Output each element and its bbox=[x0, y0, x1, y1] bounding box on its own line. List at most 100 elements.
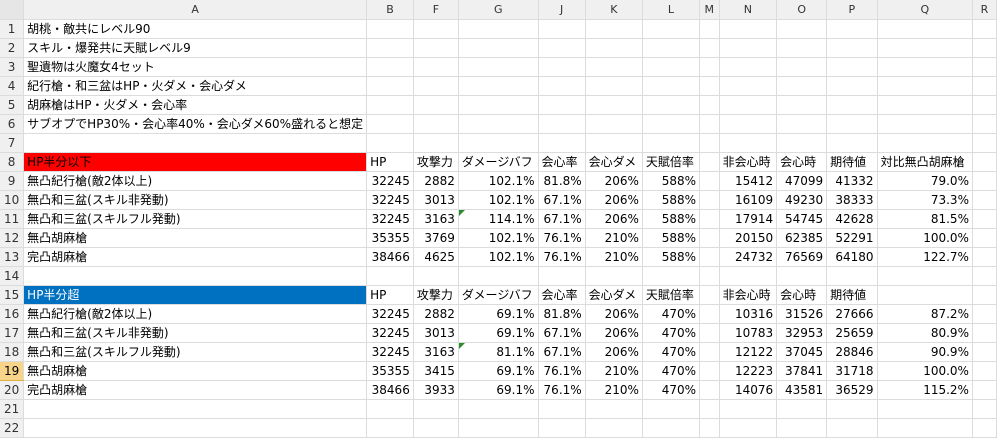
note-cell[interactable]: サブオプでHP30%・会心率40%・会心ダメ60%盛れると想定 bbox=[23, 114, 368, 134]
data-cell-with-indicator[interactable]: 114.1% bbox=[458, 209, 539, 229]
data-cell[interactable]: 3163 bbox=[413, 209, 459, 229]
header-cell[interactable]: 天賦倍率 bbox=[642, 285, 701, 305]
cell[interactable] bbox=[719, 95, 778, 115]
row-header[interactable]: 21 bbox=[0, 399, 25, 419]
data-cell[interactable]: 67.1% bbox=[538, 323, 586, 343]
note-cell[interactable]: 紀行槍・和三盆はHP・火ダメ・会心ダメ bbox=[23, 76, 368, 96]
cell[interactable] bbox=[413, 19, 459, 39]
data-cell[interactable]: 79.0% bbox=[877, 171, 973, 191]
data-cell[interactable]: 588% bbox=[642, 228, 701, 248]
row-header[interactable]: 1 bbox=[0, 19, 25, 39]
header-cell[interactable] bbox=[877, 285, 973, 305]
data-cell[interactable]: 62385 bbox=[776, 228, 828, 248]
cell[interactable] bbox=[585, 266, 643, 286]
data-cell[interactable]: 73.3% bbox=[877, 190, 973, 210]
data-cell[interactable]: 69.1% bbox=[458, 380, 539, 400]
cell[interactable] bbox=[23, 418, 368, 438]
cell[interactable] bbox=[538, 133, 586, 153]
cell[interactable] bbox=[366, 95, 414, 115]
data-cell[interactable]: 87.2% bbox=[877, 304, 973, 324]
cell[interactable] bbox=[642, 266, 701, 286]
data-cell[interactable]: 470% bbox=[642, 323, 701, 343]
data-cell[interactable]: 41332 bbox=[826, 171, 878, 191]
header-cell[interactable]: 期待値 bbox=[826, 285, 878, 305]
cell[interactable] bbox=[366, 133, 414, 153]
cell[interactable] bbox=[699, 19, 720, 39]
header-cell[interactable]: ダメージバフ bbox=[458, 285, 539, 305]
data-cell[interactable]: 210% bbox=[585, 380, 643, 400]
row-header[interactable]: 4 bbox=[0, 76, 25, 96]
cell[interactable] bbox=[23, 133, 368, 153]
cell[interactable] bbox=[972, 38, 997, 58]
column-header-a[interactable]: A bbox=[23, 0, 368, 20]
section-label-hp-high[interactable]: HP半分超 bbox=[23, 285, 368, 305]
data-cell[interactable]: 3415 bbox=[413, 361, 459, 381]
cell[interactable] bbox=[826, 57, 878, 77]
column-header-b[interactable]: B bbox=[366, 0, 414, 20]
data-cell[interactable]: 76569 bbox=[776, 247, 828, 267]
cell[interactable] bbox=[458, 38, 539, 58]
header-cell[interactable]: 対比無凸胡麻槍 bbox=[877, 152, 973, 172]
cell[interactable] bbox=[538, 95, 586, 115]
column-header-k[interactable]: K bbox=[585, 0, 643, 20]
data-cell[interactable]: 206% bbox=[585, 323, 643, 343]
data-cell[interactable]: 38466 bbox=[366, 380, 414, 400]
cell[interactable] bbox=[972, 19, 997, 39]
cell[interactable] bbox=[826, 418, 878, 438]
data-cell[interactable]: 470% bbox=[642, 304, 701, 324]
cell[interactable] bbox=[972, 76, 997, 96]
cell[interactable] bbox=[366, 266, 414, 286]
data-cell[interactable]: 76.1% bbox=[538, 228, 586, 248]
header-cell[interactable]: ダメージバフ bbox=[458, 152, 539, 172]
cell[interactable] bbox=[585, 418, 643, 438]
data-cell[interactable]: 32245 bbox=[366, 171, 414, 191]
data-cell[interactable]: 210% bbox=[585, 228, 643, 248]
cell[interactable] bbox=[538, 19, 586, 39]
row-name-cell[interactable]: 無凸胡麻槍 bbox=[23, 361, 368, 381]
column-header-m[interactable]: M bbox=[699, 0, 720, 20]
data-cell[interactable]: 10783 bbox=[719, 323, 778, 343]
cell[interactable] bbox=[719, 38, 778, 58]
data-cell[interactable]: 69.1% bbox=[458, 323, 539, 343]
column-header-j[interactable]: J bbox=[538, 0, 586, 20]
cell[interactable] bbox=[699, 418, 720, 438]
data-cell[interactable]: 90.9% bbox=[877, 342, 973, 362]
data-cell[interactable]: 122.7% bbox=[877, 247, 973, 267]
row-header[interactable]: 10 bbox=[0, 190, 25, 210]
data-cell[interactable]: 69.1% bbox=[458, 361, 539, 381]
header-cell[interactable]: 非会心時 bbox=[719, 285, 778, 305]
data-cell[interactable] bbox=[699, 247, 720, 267]
cell[interactable] bbox=[719, 266, 778, 286]
cell[interactable] bbox=[972, 114, 997, 134]
cell[interactable] bbox=[776, 266, 828, 286]
data-cell[interactable]: 14076 bbox=[719, 380, 778, 400]
data-cell[interactable]: 76.1% bbox=[538, 380, 586, 400]
row-name-cell[interactable]: 無凸紀行槍(敵2体以上) bbox=[23, 171, 368, 191]
cell[interactable] bbox=[826, 38, 878, 58]
cell[interactable] bbox=[972, 304, 997, 324]
cell[interactable] bbox=[776, 19, 828, 39]
row-header[interactable]: 17 bbox=[0, 323, 25, 343]
data-cell[interactable]: 470% bbox=[642, 342, 701, 362]
column-header-g[interactable]: G bbox=[458, 0, 539, 20]
cell[interactable] bbox=[776, 38, 828, 58]
data-cell[interactable]: 32245 bbox=[366, 209, 414, 229]
cell[interactable] bbox=[972, 228, 997, 248]
data-cell[interactable]: 4625 bbox=[413, 247, 459, 267]
row-name-cell[interactable]: 無凸和三盆(スキル非発動) bbox=[23, 190, 368, 210]
data-cell[interactable]: 32245 bbox=[366, 342, 414, 362]
data-cell[interactable]: 100.0% bbox=[877, 228, 973, 248]
header-cell[interactable]: 会心時 bbox=[776, 285, 828, 305]
header-cell[interactable]: 非会心時 bbox=[719, 152, 778, 172]
cell[interactable] bbox=[642, 133, 701, 153]
row-header[interactable]: 11 bbox=[0, 209, 25, 229]
cell[interactable] bbox=[972, 133, 997, 153]
data-cell[interactable] bbox=[699, 342, 720, 362]
cell[interactable] bbox=[458, 76, 539, 96]
cell[interactable] bbox=[972, 418, 997, 438]
data-cell[interactable]: 3013 bbox=[413, 190, 459, 210]
data-cell[interactable] bbox=[699, 380, 720, 400]
data-cell[interactable]: 24732 bbox=[719, 247, 778, 267]
cell[interactable] bbox=[877, 399, 973, 419]
cell[interactable] bbox=[826, 19, 878, 39]
